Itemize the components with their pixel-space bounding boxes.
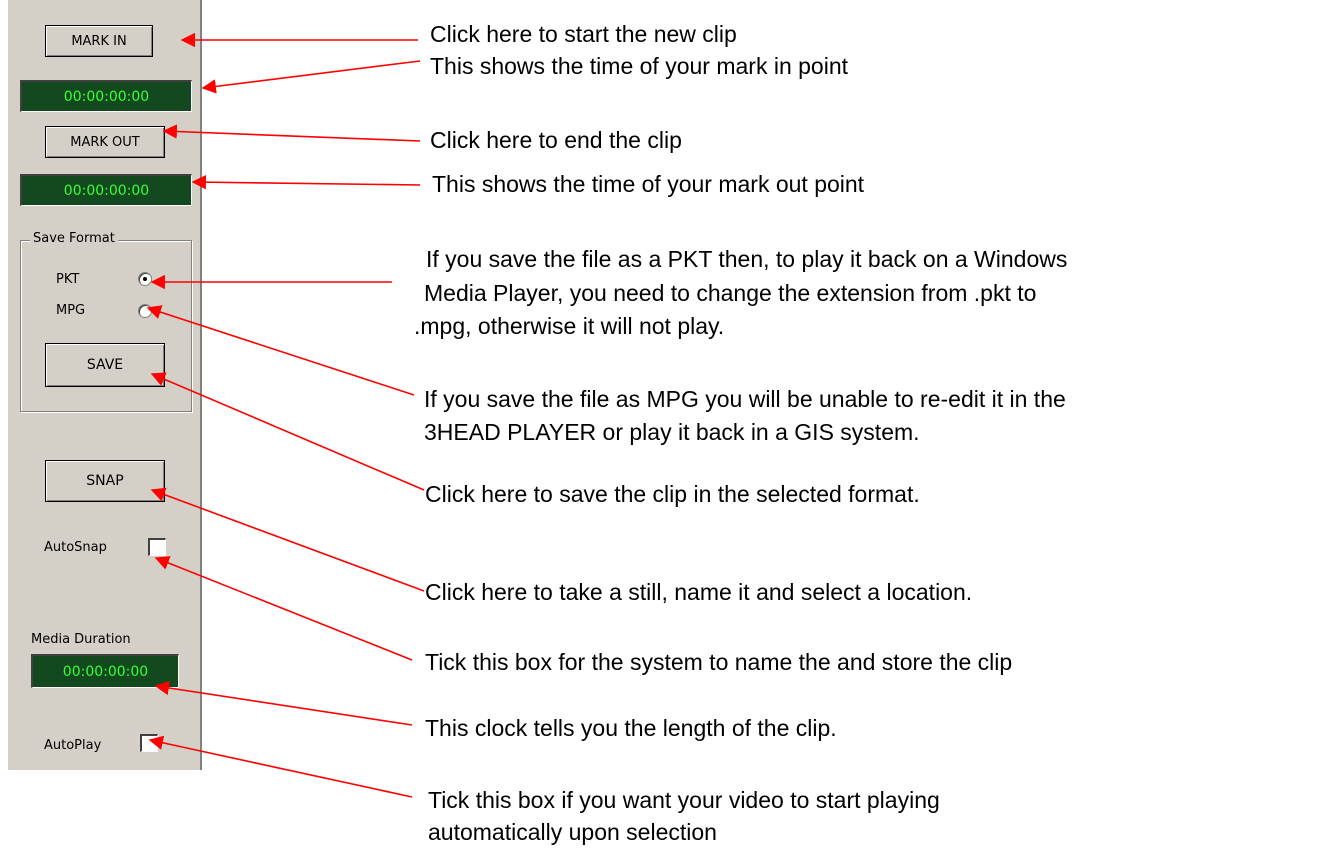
annotation-autosnap: Tick this box for the system to name the… [425,649,1013,675]
arrow-snap-button [150,487,425,592]
arrow-media-duration [154,680,413,726]
annotation-autoplay-1: Tick this box if you want your video to … [428,787,940,813]
annotation-pkt-3: .mpg, otherwise it will not play. [414,313,725,339]
annotation-snap: Click here to take a still, name it and … [425,579,973,605]
arrow-save-button [150,372,425,491]
annotation-mark-in-1: Click here to start the new clip [430,21,737,47]
arrow-mark-in-time [201,60,421,94]
annotation-duration: This clock tells you the length of the c… [425,715,837,741]
arrow-autoplay-checkbox [148,735,413,798]
arrow-mpg-radio [146,305,415,396]
annotation-autoplay-2: automatically upon selection [428,819,717,845]
annotation-pkt-2: Media Player, you need to change the ext… [424,280,1037,306]
annotation-mark-in-2: This shows the time of your mark in poin… [430,53,848,79]
arrow-autosnap-checkbox [154,556,413,661]
arrow-mark-out-time [191,174,421,190]
annotation-save: Click here to save the clip in the selec… [425,481,920,507]
annotation-pkt-1: If you save the file as a PKT then, to p… [426,246,1068,272]
annotation-mark-out-1: Click here to end the clip [430,127,682,153]
arrow-mark-out [162,124,421,142]
annotation-mpg-2: 3HEAD PLAYER or play it back in a GIS sy… [424,419,920,445]
annotation-mpg-1: If you save the file as MPG you will be … [424,386,1066,412]
annotation-mark-out-2: This shows the time of your mark out poi… [432,171,865,197]
